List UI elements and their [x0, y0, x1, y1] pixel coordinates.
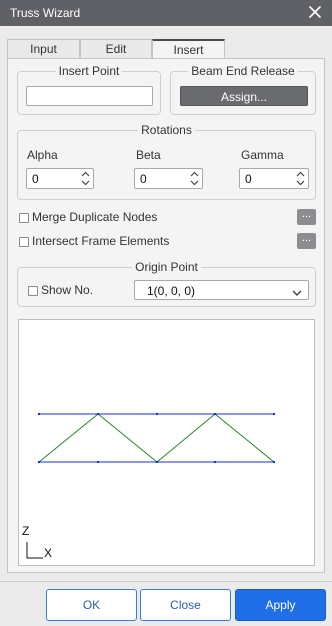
- truss-node: [214, 461, 216, 463]
- gamma-value: 0: [245, 172, 252, 186]
- tab-input-label: Input: [30, 42, 57, 56]
- truss-node: [273, 461, 275, 463]
- axis-x-label: X: [44, 546, 53, 560]
- spin-arrows-icon[interactable]: [81, 171, 90, 186]
- truss-nodes: [38, 413, 275, 463]
- tab-insert-label: Insert: [173, 43, 204, 57]
- origin-point-value: 1(0, 0, 0): [147, 284, 196, 298]
- rotations-title: Rotations: [138, 123, 195, 137]
- intersect-frame-elements-checkbox[interactable]: [19, 237, 29, 247]
- alpha-label: Alpha: [27, 148, 58, 162]
- truss-web-member: [156, 413, 216, 463]
- beta-spinbox[interactable]: 0: [134, 168, 203, 189]
- insert-point-input[interactable]: [26, 86, 153, 106]
- dialog-footer: OK Close Apply: [0, 581, 332, 626]
- merge-options-button[interactable]: ...: [297, 209, 316, 225]
- close-button[interactable]: Close: [140, 589, 231, 621]
- show-no-checkbox[interactable]: [28, 286, 38, 296]
- axis-z-label: Z: [22, 524, 30, 538]
- truss-node: [156, 413, 158, 415]
- beam-end-release-group: Beam End Release Assign...: [170, 64, 316, 115]
- truss-node: [97, 413, 99, 415]
- truss-node: [156, 461, 158, 463]
- show-no-label: Show No.: [41, 283, 94, 297]
- alpha-spinbox[interactable]: 0: [26, 168, 94, 189]
- merge-duplicate-nodes-checkbox[interactable]: [19, 213, 29, 223]
- truss-web-member: [214, 413, 275, 463]
- insert-point-title: Insert Point: [55, 64, 123, 78]
- truss-node: [97, 461, 99, 463]
- insert-panel: Insert Point Beam End Release Assign... …: [7, 58, 325, 573]
- truss-web-member: [38, 413, 99, 463]
- spin-arrows-icon[interactable]: [296, 171, 305, 186]
- intersect-options-button[interactable]: ...: [297, 233, 316, 249]
- beta-value: 0: [140, 172, 147, 186]
- tab-edit-label: Edit: [105, 42, 127, 56]
- window-title: Truss Wizard: [10, 6, 81, 20]
- origin-point-title: Origin Point: [132, 260, 201, 274]
- truss-node: [38, 461, 40, 463]
- tab-input[interactable]: Input: [7, 39, 80, 59]
- truss-node: [38, 413, 40, 415]
- gamma-label: Gamma: [241, 148, 284, 162]
- close-icon[interactable]: [306, 3, 324, 21]
- rotations-group: Rotations Alpha 0 Beta 0 Gamma 0: [17, 123, 316, 200]
- beam-end-release-title: Beam End Release: [188, 64, 298, 78]
- truss-preview-canvas[interactable]: Z X: [18, 319, 315, 566]
- tab-insert[interactable]: Insert: [152, 39, 225, 60]
- assign-button[interactable]: Assign...: [180, 86, 308, 106]
- beta-label: Beta: [136, 148, 161, 162]
- truss-node: [214, 413, 216, 415]
- tab-strip: Input Edit Insert: [7, 39, 325, 60]
- tab-edit[interactable]: Edit: [80, 39, 152, 59]
- insert-point-group: Insert Point: [17, 64, 161, 115]
- alpha-value: 0: [32, 172, 39, 186]
- merge-duplicate-nodes-label: Merge Duplicate Nodes: [32, 210, 158, 224]
- gamma-spinbox[interactable]: 0: [239, 168, 309, 189]
- ok-button[interactable]: OK: [46, 589, 137, 621]
- truss-web-member: [97, 413, 158, 463]
- chevron-down-icon: [292, 286, 302, 297]
- axis-triad-icon: [26, 542, 43, 559]
- title-bar: Truss Wizard: [0, 0, 332, 26]
- origin-point-group: Origin Point Show No. 1(0, 0, 0): [17, 260, 316, 307]
- spin-arrows-icon[interactable]: [190, 171, 199, 186]
- origin-point-select[interactable]: 1(0, 0, 0): [134, 280, 309, 300]
- intersect-frame-elements-label: Intersect Frame Elements: [32, 234, 170, 248]
- truss-drawing: [26, 413, 275, 559]
- truss-node: [273, 413, 275, 415]
- apply-button[interactable]: Apply: [235, 589, 326, 621]
